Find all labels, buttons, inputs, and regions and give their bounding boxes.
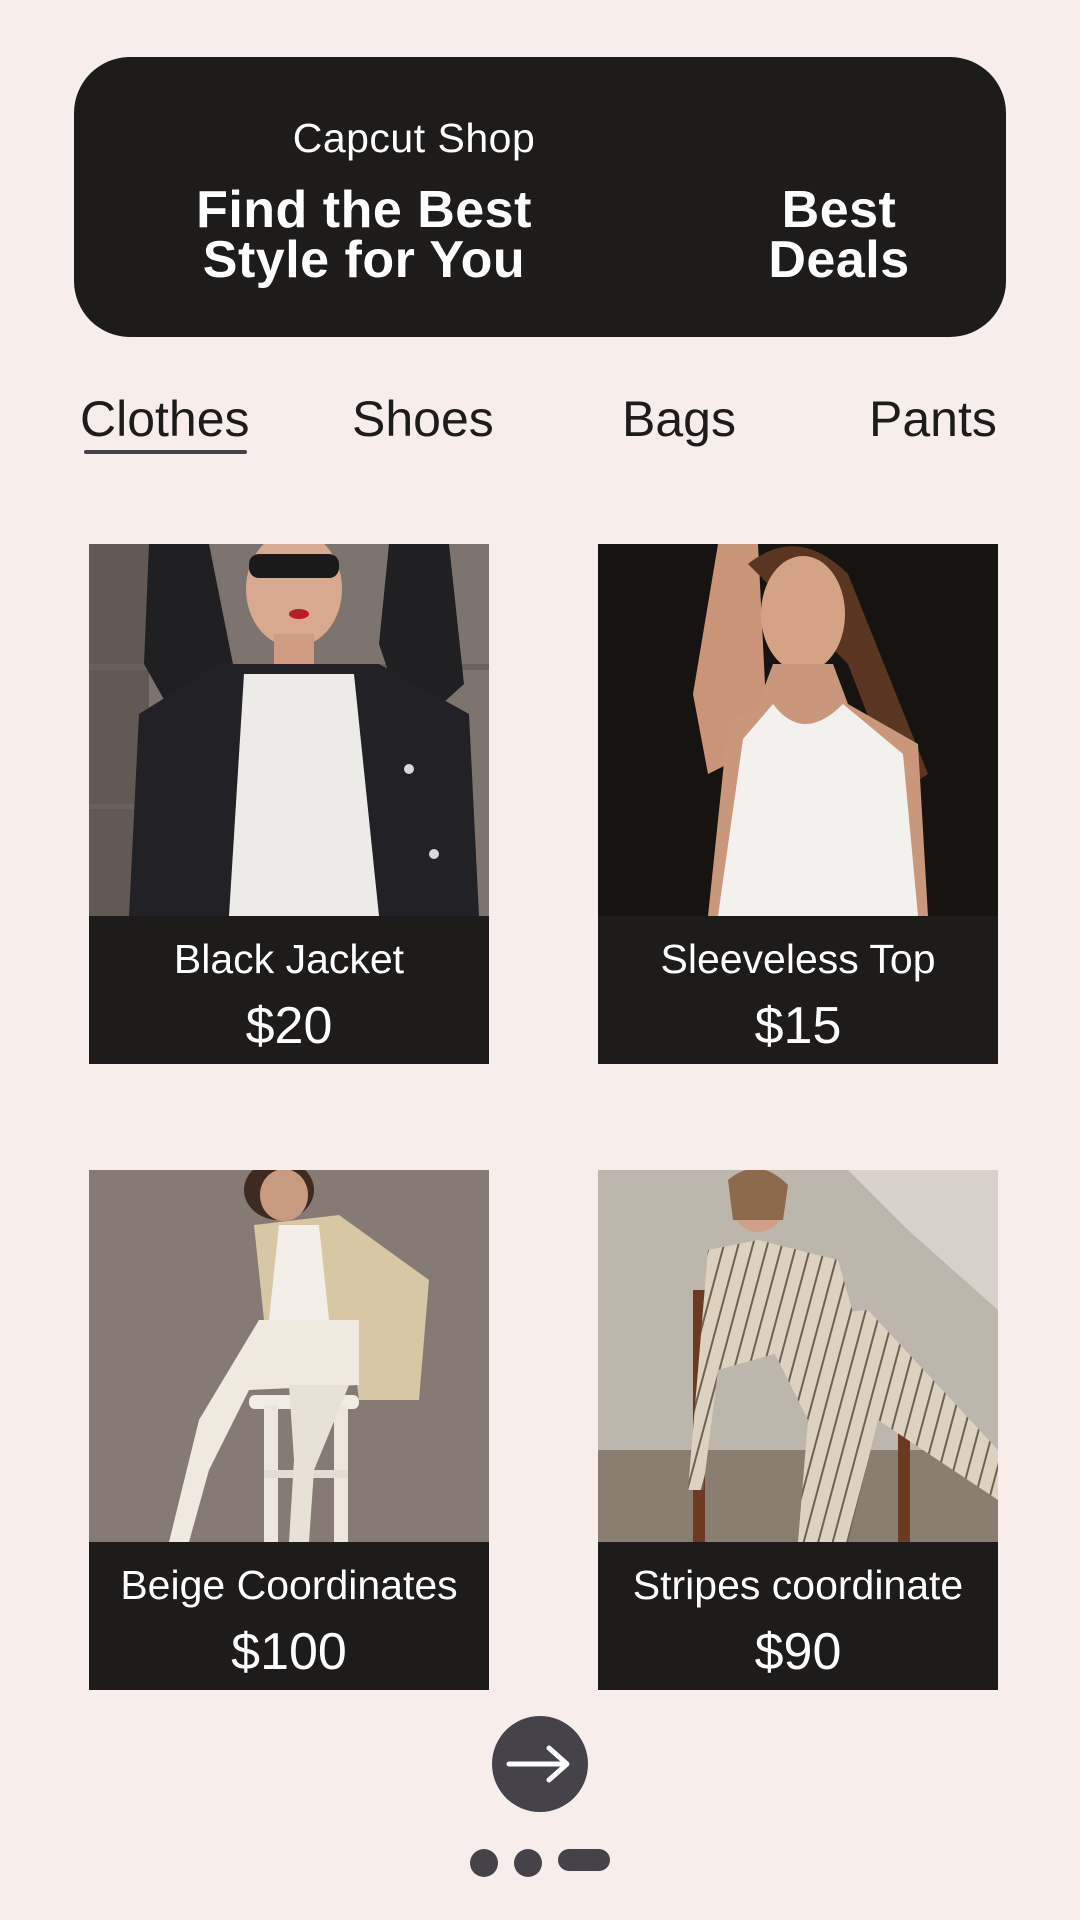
tab-clothes[interactable]: Clothes [80, 390, 250, 448]
product-info: Black Jacket $20 [89, 916, 489, 1064]
shop-name: Capcut Shop [292, 115, 536, 161]
product-price: $100 [231, 1623, 347, 1681]
product-price: $20 [245, 997, 333, 1055]
product-card-black-jacket[interactable]: Black Jacket $20 [89, 544, 489, 1064]
pager-dot-2[interactable] [514, 1849, 542, 1877]
product-name: Beige Coordinates [120, 1562, 458, 1608]
deals-line-1: Best [781, 181, 897, 239]
product-price: $15 [754, 997, 842, 1055]
pager-dot-1[interactable] [470, 1849, 498, 1877]
product-card-beige-coordinates[interactable]: Beige Coordinates $100 [89, 1170, 489, 1690]
promo-banner[interactable]: Capcut Shop Find the Best Style for You … [74, 57, 1006, 337]
product-name: Stripes coordinate [632, 1562, 964, 1608]
tab-shoes[interactable]: Shoes [352, 390, 494, 448]
best-deals-label: Best Deals [714, 181, 964, 289]
product-photo [89, 1170, 489, 1542]
product-photo [89, 544, 489, 916]
category-tabs: Clothes Shoes Bags Pants [0, 380, 1080, 460]
pager-dot-3-active[interactable] [558, 1849, 610, 1871]
tagline-line-2: Style for You [202, 231, 526, 289]
product-photo [598, 1170, 998, 1542]
product-info: Sleeveless Top $15 [598, 916, 998, 1064]
tagline-line-1: Find the Best [196, 181, 532, 239]
product-info: Stripes coordinate $90 [598, 1542, 998, 1690]
product-name: Black Jacket [173, 936, 405, 982]
product-photo [598, 544, 998, 916]
product-price: $90 [754, 1623, 842, 1681]
product-card-sleeveless-top[interactable]: Sleeveless Top $15 [598, 544, 998, 1064]
tab-pants[interactable]: Pants [869, 390, 997, 448]
deals-line-2: Deals [768, 231, 910, 289]
next-button[interactable] [492, 1716, 588, 1812]
arrow-right-icon [506, 1745, 570, 1783]
product-card-stripes-coordinate[interactable]: Stripes coordinate $90 [598, 1170, 998, 1690]
tab-bags[interactable]: Bags [622, 390, 736, 448]
active-tab-indicator [84, 450, 247, 454]
product-info: Beige Coordinates $100 [89, 1542, 489, 1690]
shop-screen: Capcut Shop Find the Best Style for You … [0, 0, 1080, 1920]
banner-tagline: Find the Best Style for You [134, 181, 594, 289]
product-name: Sleeveless Top [660, 936, 936, 982]
